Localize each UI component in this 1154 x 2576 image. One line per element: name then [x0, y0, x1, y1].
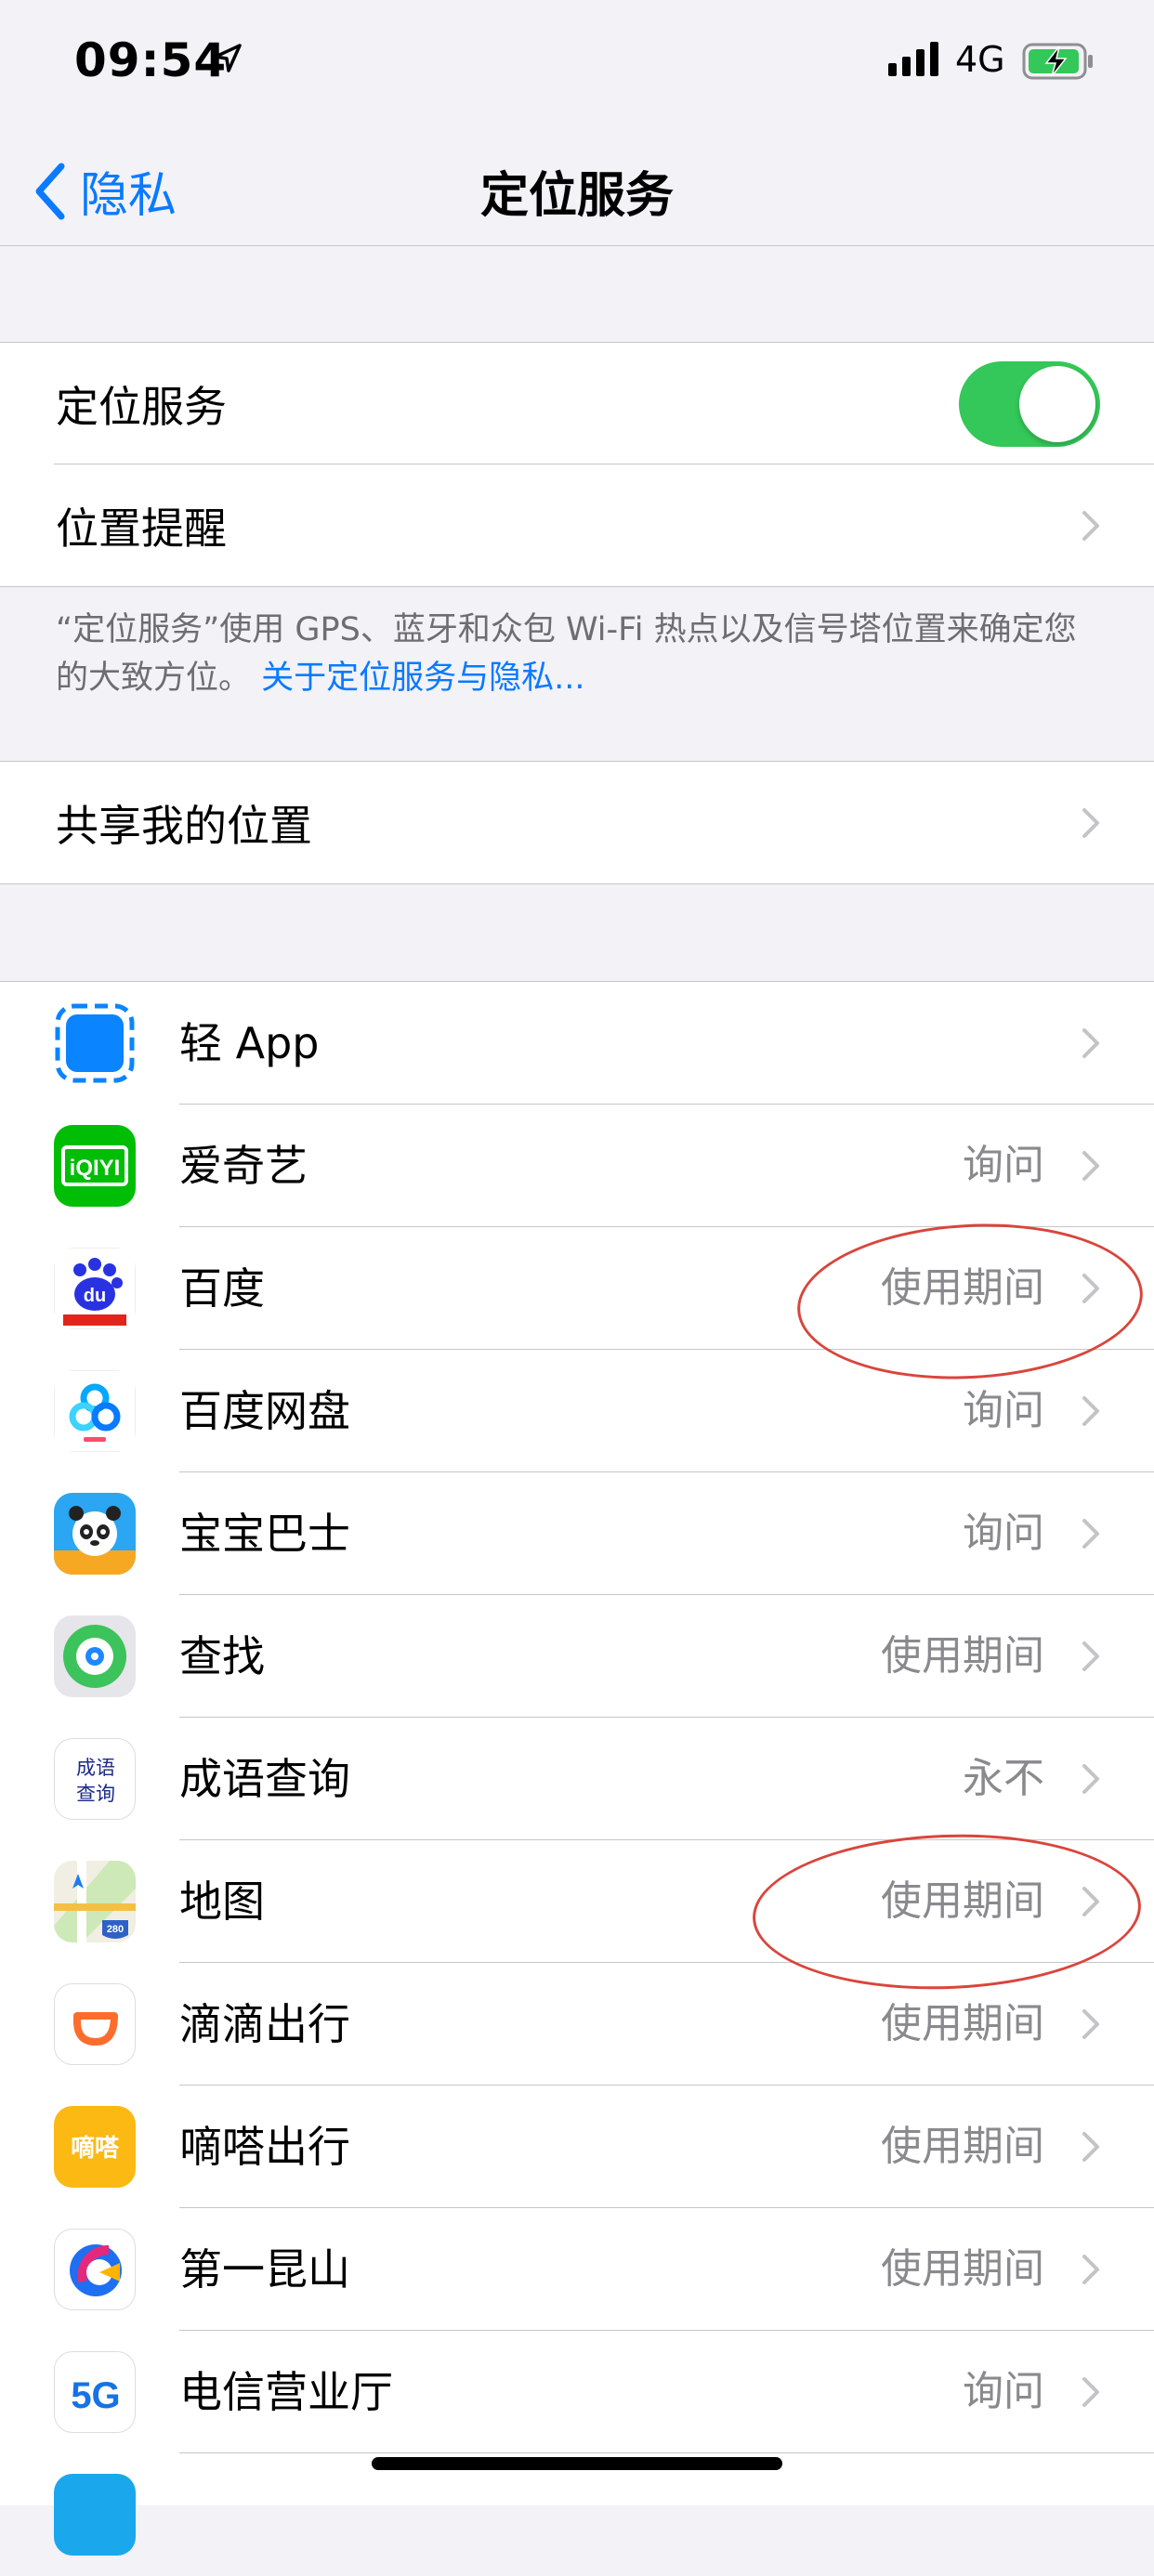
app-permission: 使用期间 [881, 1632, 1044, 1680]
location-footnote: “定位服务”使用 GPS、蓝牙和众包 Wi-Fi 热点以及信号塔位置来确定您的大… [56, 606, 1096, 702]
diyi-kunshan-icon [54, 2229, 136, 2310]
iqiyi-icon: iQIYI [54, 1125, 136, 1207]
app-name: 百度 [179, 1263, 265, 1314]
app-name: 百度网盘 [179, 1386, 350, 1436]
location-settings-group: 定位服务 位置提醒 [0, 342, 1154, 587]
app-row[interactable]: 5G 电信营业厅 询问 [0, 2331, 1154, 2453]
location-services-row: 定位服务 [0, 343, 1154, 464]
app-row[interactable]: iQIYI 爱奇艺 询问 [0, 1105, 1154, 1227]
app-permission: 询问 [963, 1142, 1044, 1189]
app-name: 爱奇艺 [179, 1141, 308, 1191]
status-bar: 09:54 4G [0, 0, 1154, 121]
app-permission: 使用期间 [881, 2245, 1044, 2293]
chevron-right-icon [1082, 1764, 1099, 1794]
app-name: 查找 [179, 1631, 265, 1681]
status-time: 09:54 [74, 33, 228, 87]
baidu-icon: du [54, 1248, 136, 1329]
partial-app-icon [54, 2474, 136, 2556]
app-name: 宝宝巴士 [179, 1509, 350, 1559]
app-row[interactable]: 成语 查询 成语查询 永不 [0, 1718, 1154, 1840]
app-row[interactable]: 轻 App [0, 982, 1154, 1105]
chevron-right-icon [1082, 1519, 1099, 1549]
toggle-knob [1019, 365, 1095, 442]
babybus-icon [54, 1493, 136, 1575]
svg-text:5G: 5G [71, 2375, 120, 2416]
location-alerts-row[interactable]: 位置提醒 [0, 464, 1154, 586]
app-name: 成语查询 [179, 1754, 350, 1804]
baidu-netdisk-icon [54, 1370, 136, 1452]
maps-icon: 280 [54, 1861, 136, 1942]
svg-text:嘀嗒: 嘀嗒 [71, 2134, 120, 2163]
chevron-right-icon [1082, 1028, 1099, 1058]
app-name: 轻 App [179, 1018, 320, 1068]
dida-icon: 嘀嗒 [54, 2106, 136, 2188]
location-services-toggle[interactable] [959, 360, 1100, 447]
network-type: 4G [955, 39, 1005, 80]
svg-text:成语: 成语 [76, 1757, 115, 1779]
app-permission: 询问 [963, 1510, 1044, 1557]
chevron-right-icon [1082, 1396, 1099, 1426]
telecom-icon: 5G [54, 2351, 136, 2433]
svg-text:iQIYI: iQIYI [70, 1156, 121, 1181]
app-name: 电信营业厅 [179, 2367, 393, 2417]
chevron-right-icon [1082, 1151, 1099, 1181]
app-permission: 永不 [963, 1755, 1044, 1802]
share-location-row[interactable]: 共享我的位置 [0, 762, 1154, 883]
app-row[interactable]: 第一昆山 使用期间 [0, 2208, 1154, 2331]
chevron-right-icon [1082, 2132, 1099, 2162]
chevron-right-icon [1082, 510, 1099, 541]
idiom-lookup-icon: 成语 查询 [54, 1738, 136, 1820]
signal-bars-icon [888, 41, 938, 76]
app-row-partial[interactable] [0, 2453, 1154, 2576]
app-row[interactable]: 嘀嗒 嘀嗒出行 使用期间 [0, 2086, 1154, 2208]
location-alerts-label: 位置提醒 [56, 503, 227, 554]
location-services-label: 定位服务 [56, 381, 227, 432]
app-name: 嘀嗒出行 [179, 2122, 350, 2172]
privacy-link[interactable]: 关于定位服务与隐私... [261, 660, 584, 697]
chevron-right-icon [1082, 1641, 1099, 1671]
app-permission: 询问 [963, 2368, 1044, 2415]
chevron-right-icon [1082, 2009, 1099, 2039]
share-location-label: 共享我的位置 [56, 800, 312, 851]
chevron-right-icon [1082, 807, 1099, 838]
find-my-icon [54, 1615, 136, 1697]
light-app-icon [54, 1002, 136, 1084]
page-title: 定位服务 [479, 168, 674, 224]
battery-charging-icon [1022, 43, 1093, 80]
chevron-right-icon [1082, 2255, 1099, 2284]
location-arrow-icon [214, 44, 242, 72]
app-name: 第一昆山 [179, 2244, 350, 2295]
svg-text:查询: 查询 [76, 1783, 115, 1805]
svg-text:du: du [84, 1286, 106, 1306]
share-location-group: 共享我的位置 [0, 761, 1154, 884]
app-permission: 使用期间 [881, 2123, 1044, 2170]
didi-icon [54, 1983, 136, 2065]
app-name: 地图 [179, 1876, 265, 1927]
app-row[interactable]: 宝宝巴士 询问 [0, 1472, 1154, 1595]
home-indicator[interactable] [372, 2457, 782, 2470]
svg-text:280: 280 [107, 1924, 124, 1935]
app-name: 滴滴出行 [179, 1999, 350, 2049]
app-row[interactable]: 查找 使用期间 [0, 1595, 1154, 1718]
app-list: 轻 App iQIYI 爱奇艺 询问 du 百度 使用期间 百度网盘 询问 宝宝… [0, 981, 1154, 2556]
chevron-right-icon [1082, 2377, 1099, 2407]
